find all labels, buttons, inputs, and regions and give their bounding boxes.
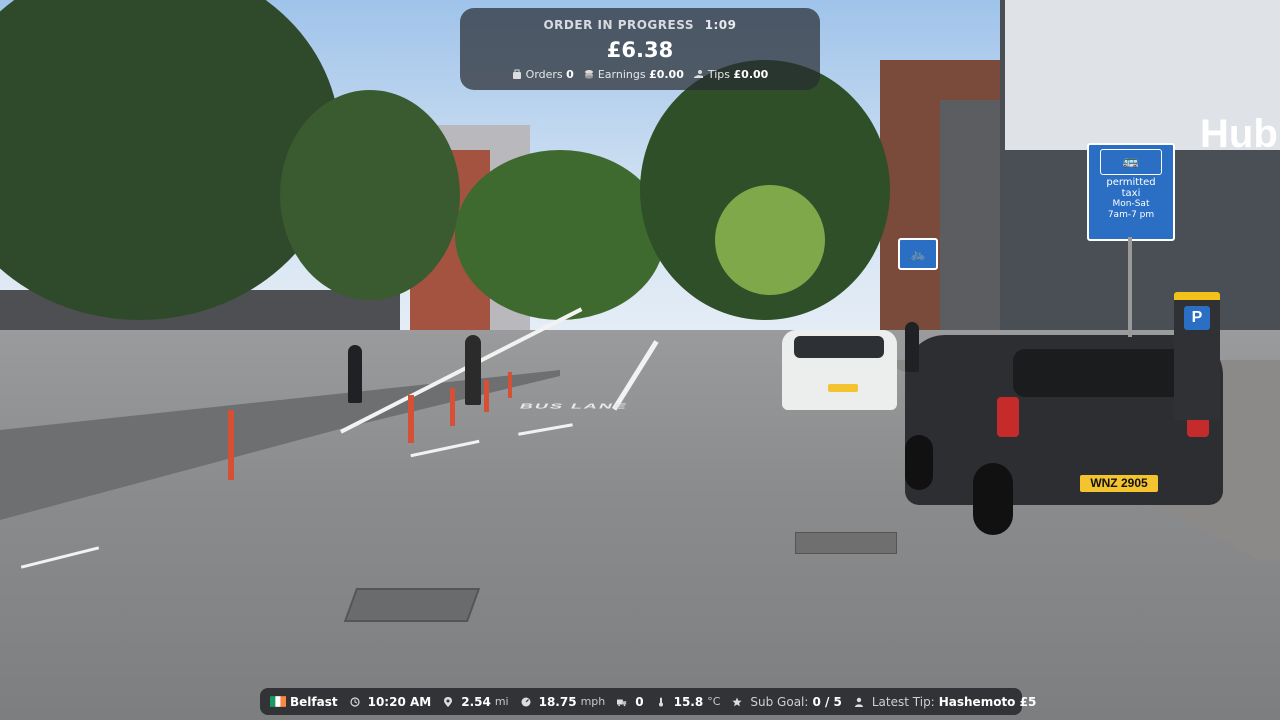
sub-goal-value: 0 / 5 — [812, 694, 842, 709]
deliveries-item: 0 — [617, 694, 644, 709]
bus-lane-marking: BUS LANE — [518, 402, 630, 411]
black-car-tail-light — [997, 397, 1019, 437]
speed-value: 18.75 — [538, 694, 577, 709]
bollard-3 — [450, 388, 455, 426]
white-car — [782, 330, 897, 410]
ireland-flag-icon — [270, 696, 286, 707]
hub-store-sign: Hub — [1200, 112, 1278, 156]
latest-tip-value: Hashemoto £5 — [938, 694, 1037, 709]
taxi-sign-line4: 7am-7 pm — [1107, 210, 1155, 220]
sign-post — [1128, 237, 1132, 337]
bus-bike-icon: 🚌 — [1100, 149, 1162, 175]
distance-item: 2.54 mi — [443, 694, 509, 709]
sub-goal-label: Sub Goal: — [750, 694, 809, 709]
distance-value: 2.54 — [461, 694, 491, 709]
black-car-plate: WNZ 2905 — [1080, 475, 1158, 492]
deliveries-value: 0 — [635, 694, 644, 709]
tips-value: £0.00 — [733, 68, 769, 81]
taxi-sign-line3: Mon-Sat — [1112, 199, 1150, 209]
speed-unit: mph — [580, 695, 606, 708]
map-pin-icon — [444, 696, 453, 707]
orders-stat: Orders 0 — [512, 68, 574, 81]
time-value: 10:20 AM — [367, 694, 432, 709]
coins-icon — [584, 70, 593, 79]
order-status-label: ORDER IN PROGRESS — [543, 18, 694, 32]
manhole-cover — [343, 588, 481, 622]
cycle-sign: 🚲 — [898, 238, 938, 270]
bollard-1 — [228, 410, 234, 480]
white-car-plate — [828, 384, 858, 392]
order-status: ORDER IN PROGRESS 1:09 — [460, 18, 820, 32]
pedestrian-right — [905, 322, 919, 372]
taxi-sign-line2: taxi — [1121, 188, 1141, 199]
hand-coin-icon — [693, 70, 703, 78]
order-stats: Orders 0 Earnings £0.00 Tips £0.00 — [460, 68, 820, 81]
latest-tip-label: Latest Tip: — [871, 694, 935, 709]
temperature-unit: °C — [707, 695, 721, 708]
tips-stat: Tips £0.00 — [693, 68, 769, 81]
pedestrian-runner — [465, 335, 481, 405]
city-name: Belfast — [290, 694, 338, 709]
bag-icon — [512, 69, 521, 79]
speedometer-icon — [521, 697, 531, 706]
earnings-value: £0.00 — [649, 68, 684, 81]
parking-sign-label: P — [1184, 306, 1210, 330]
temperature-value: 15.8 — [673, 694, 704, 709]
orders-label: Orders — [525, 68, 563, 81]
pedestrian-left — [348, 345, 362, 403]
earnings-label: Earnings — [597, 68, 646, 81]
order-amount: £6.38 — [606, 38, 674, 62]
city-item: Belfast — [270, 695, 338, 709]
user-icon — [854, 697, 863, 707]
temperature-item: 15.8 °C — [656, 694, 721, 709]
parking-meter: P — [1174, 292, 1220, 420]
order-progress-panel: ORDER IN PROGRESS 1:09 £6.38 Orders 0 Ea… — [460, 8, 820, 90]
drain-grate — [795, 532, 897, 554]
tips-label: Tips — [707, 68, 731, 81]
black-car-wheel-rear — [973, 463, 1013, 535]
sub-goal-item: Sub Goal: 0 / 5 — [732, 694, 842, 709]
tree-right-light — [715, 185, 825, 295]
delivery-box-icon — [617, 699, 627, 706]
tree-center — [455, 150, 665, 320]
earnings-stat: Earnings £0.00 — [584, 68, 684, 81]
black-car-wheel-front — [905, 435, 933, 490]
bollard-4 — [484, 380, 489, 412]
orders-value: 0 — [566, 68, 574, 81]
white-car-window — [794, 336, 884, 358]
latest-tip-item: Latest Tip: Hashemoto £5 — [854, 695, 1036, 709]
clock-icon — [350, 696, 360, 707]
permitted-taxi-sign: 🚌 permitted taxi Mon-Sat 7am-7 pm — [1087, 143, 1175, 241]
bollard-2 — [408, 395, 414, 443]
street-scene: BUS LANE WNZ 2905 🚌 permitted taxi Mon-S… — [0, 0, 1280, 720]
tree-left-mid — [280, 90, 460, 300]
star-icon — [732, 697, 743, 706]
speed-item: 18.75 mph — [521, 694, 606, 709]
order-timer: 1:09 — [704, 18, 737, 32]
status-bar: Belfast 10:20 AM 2.54 mi 18.75 mph 0 15.… — [260, 688, 1036, 715]
black-car-rear-window — [1013, 349, 1193, 397]
distance-unit: mi — [494, 695, 509, 708]
time-item: 10:20 AM — [350, 694, 432, 709]
bollard-5 — [508, 372, 512, 398]
thermometer-icon — [658, 697, 663, 706]
taxi-sign-line1: permitted — [1106, 177, 1156, 188]
